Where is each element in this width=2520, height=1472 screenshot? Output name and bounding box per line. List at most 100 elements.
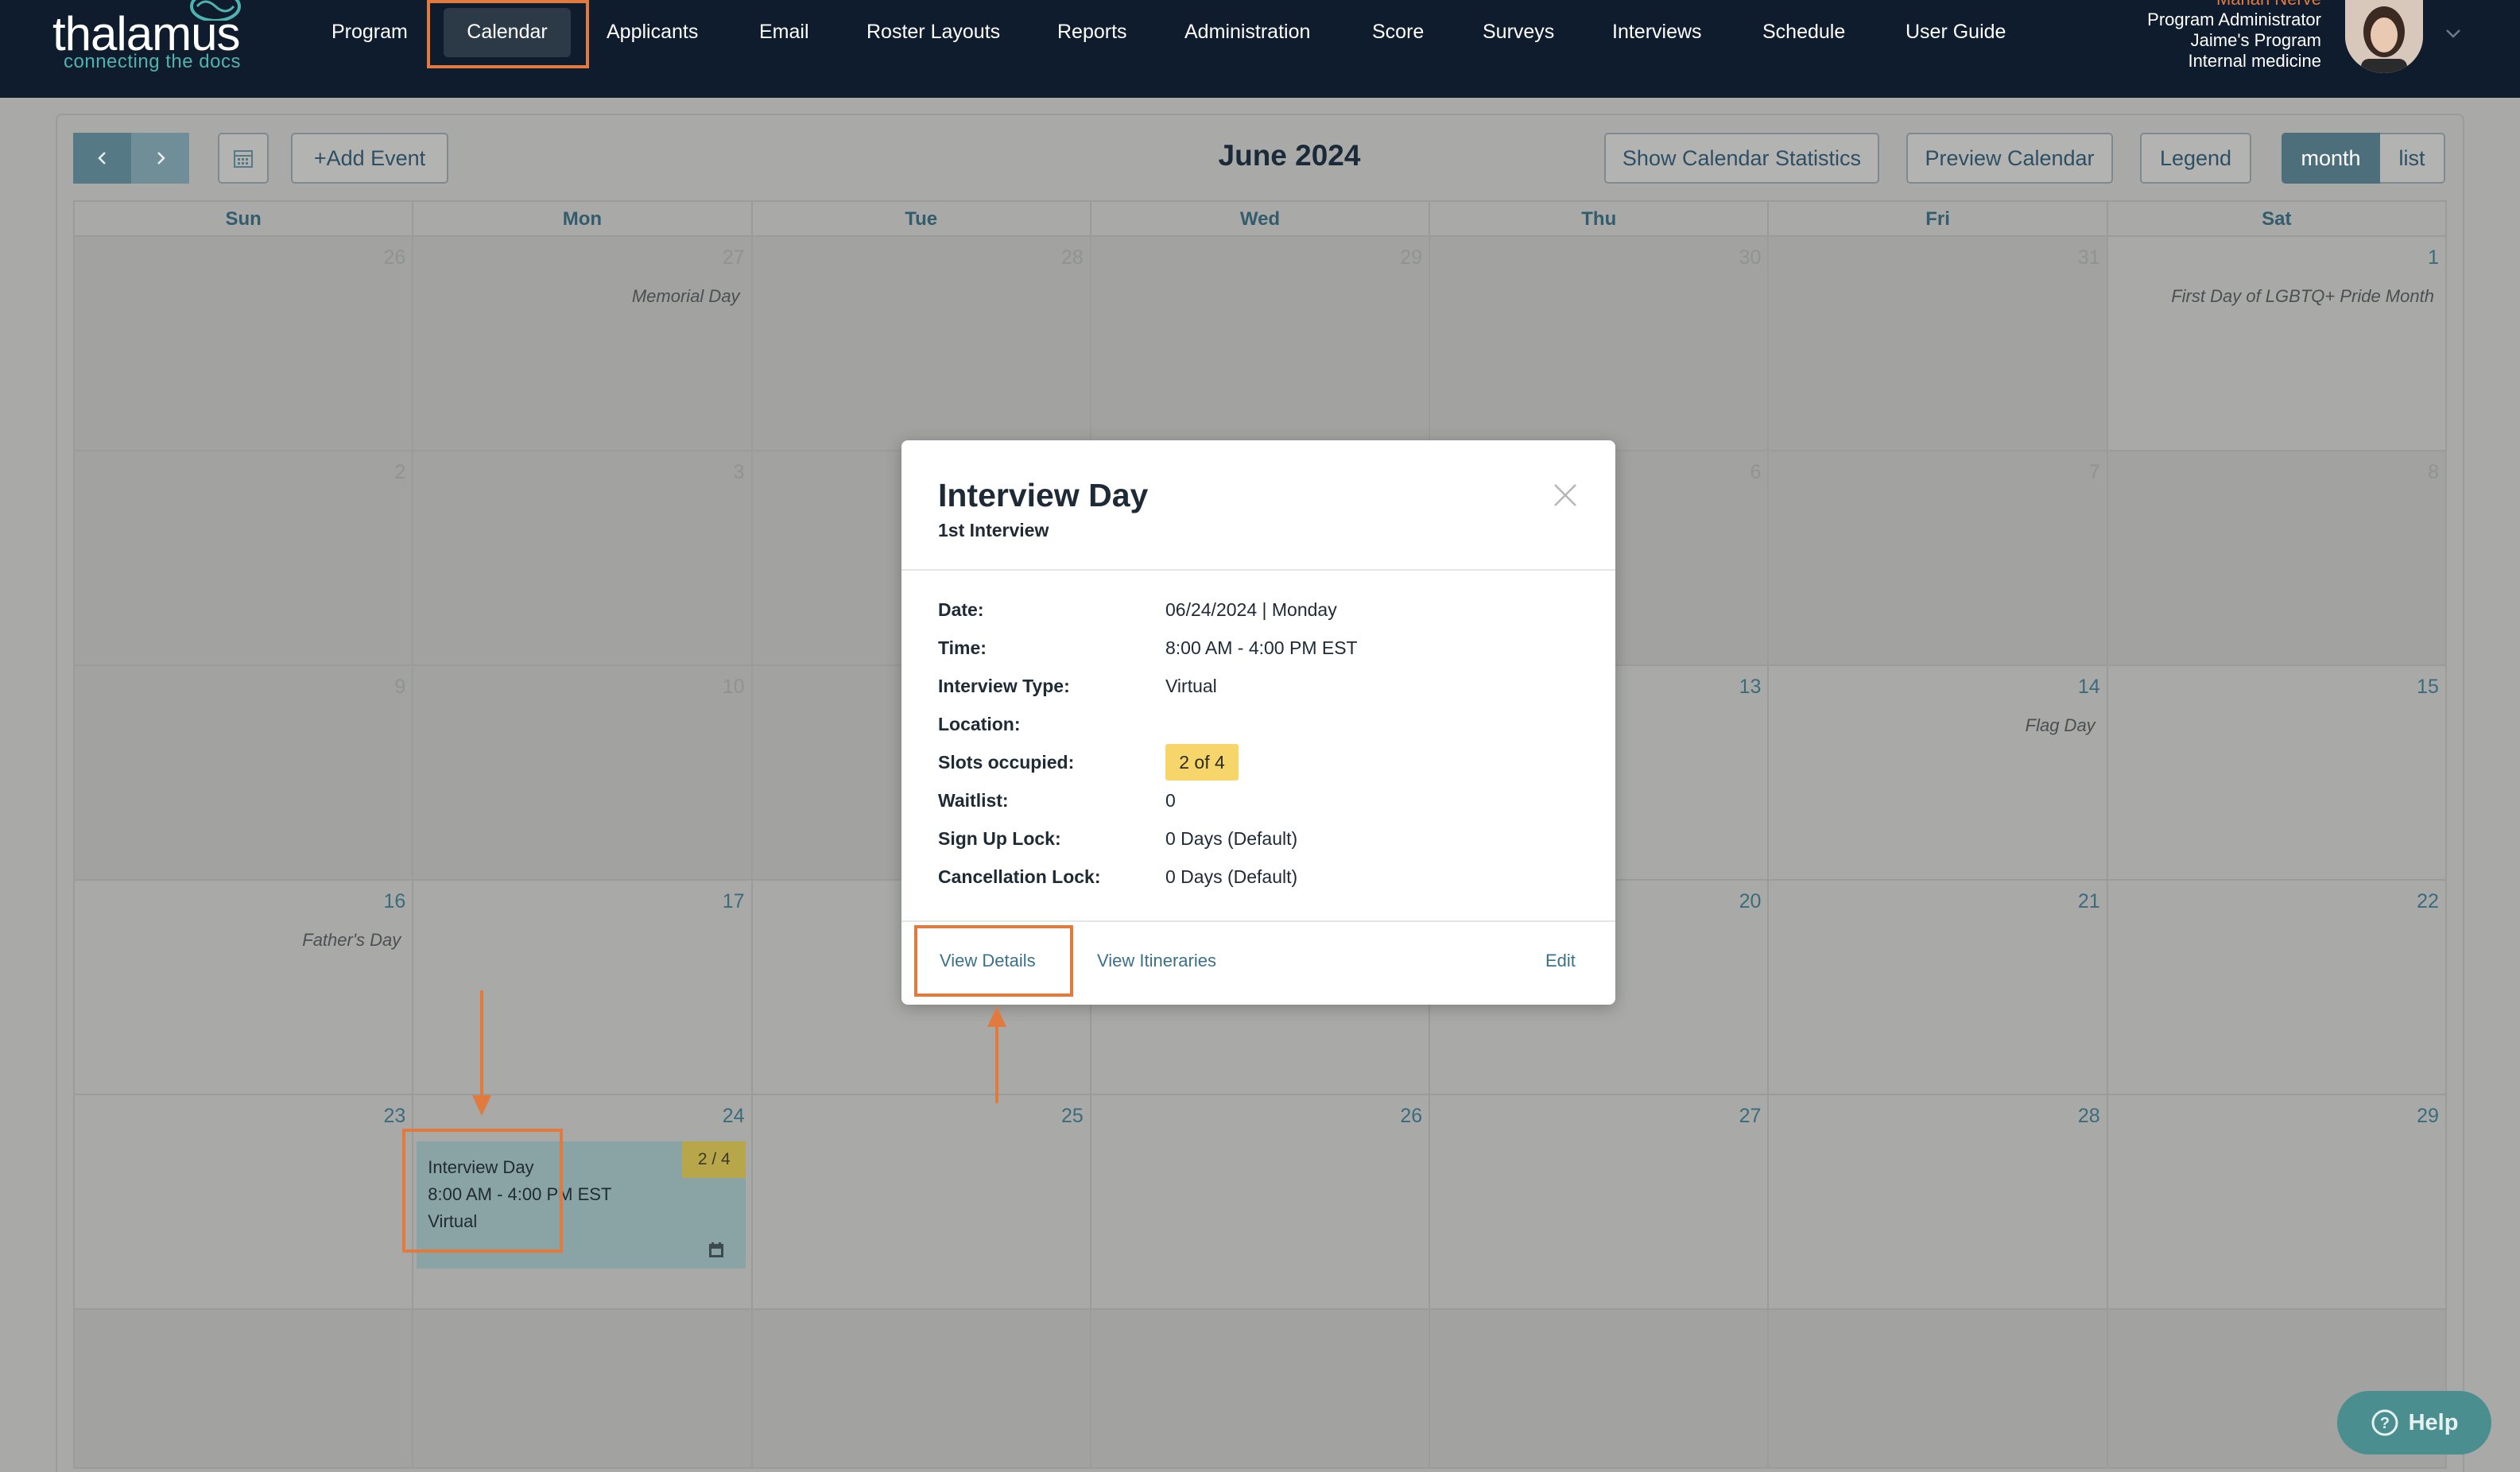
list-view-button[interactable]: list [2380, 133, 2445, 184]
day-cell[interactable]: 31 [1767, 237, 2107, 450]
nav-applicants[interactable]: Applicants [607, 21, 698, 48]
day-cell[interactable]: 27 [1429, 1095, 1767, 1308]
day-number: 10 [722, 676, 745, 698]
day-cell[interactable]: 25 [750, 1095, 1090, 1308]
week-row [73, 1310, 2447, 1469]
day-cell[interactable]: 21 [1767, 881, 2106, 1094]
day-cell[interactable] [412, 1310, 751, 1467]
day-cell[interactable]: 26 [73, 237, 413, 450]
day-number: 28 [1061, 246, 1084, 269]
next-month-button[interactable] [131, 133, 189, 184]
modal-row-date: Date: 06/24/2024 | Monday [938, 599, 1590, 626]
row-value: Virtual [1165, 676, 1217, 696]
view-details-link[interactable]: View Details [940, 951, 1036, 971]
day-cell[interactable]: 8 [2106, 451, 2447, 664]
day-cell[interactable] [1767, 1310, 2107, 1467]
day-cell[interactable]: 10 [412, 666, 751, 879]
day-cell[interactable]: 16 Father's Day [73, 881, 412, 1094]
day-cell[interactable]: 28 [1767, 1095, 2106, 1308]
day-cell[interactable]: 15 [2106, 666, 2447, 879]
row-label: Sign Up Lock: [938, 828, 1061, 849]
nav-program[interactable]: Program [331, 21, 408, 48]
day-number: 27 [722, 246, 745, 269]
day-cell[interactable]: 14 Flag Day [1767, 666, 2106, 879]
day-cell[interactable]: 30 [1429, 237, 1768, 450]
calendar-event[interactable]: 2 / 4 Interview Day 8:00 AM - 4:00 PM EST V… [417, 1141, 746, 1269]
day-cell[interactable]: 28 [750, 237, 1090, 450]
holiday-label: Memorial Day [631, 286, 740, 306]
day-number: 30 [1739, 246, 1762, 269]
day-cell[interactable] [750, 1310, 1090, 1467]
day-number: 29 [1400, 246, 1423, 269]
day-cell[interactable]: 27 Memorial Day [412, 237, 751, 450]
view-switcher: month list [2282, 133, 2445, 184]
weekday-label: Thu [1429, 202, 1767, 235]
row-label: Slots occupied: [938, 752, 1075, 773]
day-cell[interactable]: 29 [1089, 237, 1429, 450]
nav-interviews[interactable]: Interviews [1612, 21, 1702, 48]
view-itineraries-link[interactable]: View Itineraries [1097, 951, 1216, 971]
day-cell[interactable] [73, 1310, 413, 1467]
day-cell[interactable]: 1 First Day of LGBTQ+ Pride Month [2106, 237, 2447, 450]
day-cell[interactable]: 3 [412, 451, 751, 664]
day-cell[interactable]: 29 [2106, 1095, 2447, 1308]
calendar-small-icon [709, 1242, 724, 1257]
nav-surveys[interactable]: Surveys [1483, 21, 1554, 48]
day-cell[interactable]: 22 [2106, 881, 2447, 1094]
prev-month-button[interactable] [73, 133, 131, 184]
question-circle-icon: ? [2371, 1409, 2398, 1436]
close-icon[interactable] [1552, 482, 1579, 509]
chevron-left-icon [97, 152, 106, 165]
holiday-label: Father's Day [302, 930, 401, 950]
weekday-label: Sun [73, 202, 412, 235]
add-event-button[interactable]: +Add Event [291, 133, 448, 184]
arrow-down-icon [472, 990, 491, 1116]
date-picker-button[interactable] [218, 133, 269, 184]
day-number: 1 [2428, 246, 2439, 269]
day-cell[interactable]: 24 2 / 4 Interview Day 8:00 AM - 4:00 PM ES… [412, 1095, 750, 1308]
day-number: 26 [1400, 1105, 1423, 1127]
month-view-button[interactable]: month [2282, 133, 2380, 184]
user-info[interactable]: Mariah Nerve Program Administrator Jaime… [2147, 0, 2321, 72]
arrow-up-icon [987, 1006, 1006, 1103]
event-title: Interview Day [428, 1157, 534, 1177]
nav-schedule[interactable]: Schedule [1762, 21, 1845, 48]
chevron-down-icon[interactable] [2444, 24, 2463, 43]
day-cell[interactable] [1429, 1310, 1768, 1467]
day-number: 31 [2077, 246, 2100, 269]
nav-reports[interactable]: Reports [1057, 21, 1127, 48]
edit-link[interactable]: Edit [1545, 951, 1576, 971]
nav-score[interactable]: Score [1372, 21, 1424, 48]
day-cell[interactable]: 23 [73, 1095, 412, 1308]
help-button[interactable]: ? Help [2337, 1391, 2491, 1455]
day-cell[interactable]: 2 [73, 451, 413, 664]
avatar[interactable] [2345, 0, 2423, 73]
week-row: 26 27 Memorial Day 28 29 30 31 1 First Day of LG… [73, 237, 2447, 451]
day-cell[interactable]: 17 [412, 881, 750, 1094]
nav-roster-layouts[interactable]: Roster Layouts [866, 21, 1000, 48]
show-calendar-statistics-button[interactable]: Show Calendar Statistics [1604, 133, 1879, 184]
day-cell[interactable]: 9 [73, 666, 413, 879]
day-number: 23 [383, 1105, 406, 1127]
row-label: Location: [938, 714, 1021, 734]
thalamus-logo[interactable]: thalamus connecting the docs [52, 0, 259, 87]
row-value: 8:00 AM - 4:00 PM EST [1165, 637, 1358, 658]
nav-user-guide[interactable]: User Guide [1906, 21, 2006, 48]
day-cell[interactable]: 26 [1089, 1095, 1429, 1308]
nav-calendar[interactable]: Calendar [444, 8, 571, 57]
modal-divider [901, 920, 1615, 922]
preview-calendar-button[interactable]: Preview Calendar [1906, 133, 2113, 184]
event-time: 8:00 AM - 4:00 PM EST [428, 1184, 612, 1204]
day-cell[interactable] [1089, 1310, 1429, 1467]
row-label: Time: [938, 637, 987, 658]
modal-row-interview-type: Interview Type: Virtual [938, 676, 1590, 703]
modal-title: Interview Day [938, 477, 1149, 513]
nav-administration[interactable]: Administration [1184, 21, 1310, 48]
event-type: Virtual [428, 1211, 478, 1231]
day-cell[interactable]: 7 [1767, 451, 2107, 664]
help-label: Help [2408, 1409, 2459, 1435]
day-number: 8 [2428, 461, 2439, 483]
weekday-header: Sun Mon Tue Wed Thu Fri Sat [73, 200, 2447, 237]
nav-email[interactable]: Email [759, 21, 809, 48]
legend-button[interactable]: Legend [2140, 133, 2251, 184]
